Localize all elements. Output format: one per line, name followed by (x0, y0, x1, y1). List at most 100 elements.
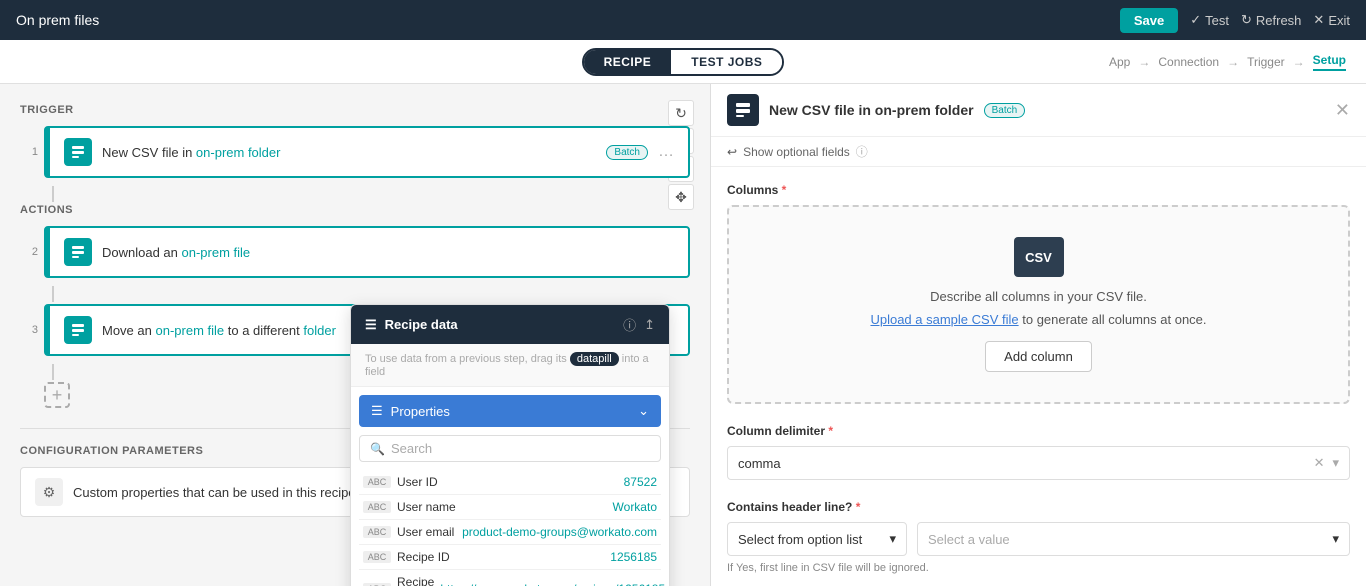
properties-title: ☰ Properties (371, 403, 450, 419)
delimiter-clear-btn[interactable]: ✕ (1314, 455, 1325, 471)
recipe-panel-content: ☰ Properties ⌄ 🔍 ABC User ID 87522 ABC U… (351, 387, 669, 586)
property-row[interactable]: ABC User ID 87522 (359, 470, 661, 495)
test-link[interactable]: ✓ Test (1190, 12, 1229, 28)
select-value[interactable]: Select a value ▾ (917, 522, 1350, 556)
property-value: https://www.workato.com/recipes/1256185 (440, 582, 665, 586)
property-row[interactable]: ABC User name Workato (359, 495, 661, 520)
properties-chevron: ⌄ (638, 403, 649, 419)
property-value: product-demo-groups@workato.com (462, 525, 657, 539)
right-panel-icon (727, 94, 759, 126)
property-row[interactable]: ABC Recipe URL https://www.workato.com/r… (359, 570, 661, 586)
tab-group: RECIPE TEST JOBS (582, 48, 785, 76)
tab-bar: RECIPE TEST JOBS App → Connection → Trig… (0, 40, 1366, 84)
trigger-step-num: 1 (20, 146, 38, 158)
canvas-refresh-btn[interactable]: ↻ (668, 100, 694, 126)
tab-test-jobs[interactable]: TEST JOBS (671, 50, 782, 74)
right-header-left: New CSV file in on-prem folder Batch (727, 94, 1025, 126)
delimiter-required: * (825, 424, 833, 438)
csv-upload-line: Upload a sample CSV file to generate all… (749, 312, 1328, 327)
connector-3 (52, 364, 54, 380)
header-line-required: * (852, 500, 860, 514)
trigger-text: New CSV file in on-prem folder (102, 145, 596, 160)
app-title: On prem files (16, 12, 99, 28)
refresh-link[interactable]: ↻ Refresh (1241, 12, 1301, 28)
canvas-fit-btn[interactable]: ✥ (668, 184, 694, 210)
property-type: ABC (363, 501, 391, 513)
trigger-batch-badge: Batch (606, 145, 648, 160)
recipe-panel-collapse-btn[interactable]: ↥ (644, 317, 655, 333)
right-panel: New CSV file in on-prem folder Batch ✕ ↩… (710, 84, 1366, 586)
action-num-2: 3 (20, 324, 38, 336)
property-value: 87522 (624, 475, 657, 489)
recipe-panel-help-icon[interactable]: ⓘ (623, 315, 636, 334)
left-panel: ↻ + − ✥ TRIGGER 1 New CSV file in on-pre… (0, 84, 710, 586)
exit-link[interactable]: ✕ Exit (1313, 12, 1350, 28)
action-highlight-2a: on-prem file (155, 323, 224, 338)
add-step-btn[interactable]: + (44, 382, 70, 408)
connector-1 (52, 186, 54, 202)
csv-icon: CSV (1014, 237, 1064, 277)
recipe-panel-subtitle: To use data from a previous step, drag i… (351, 344, 669, 387)
right-panel-close-btn[interactable]: ✕ (1335, 100, 1350, 121)
delimiter-actions: ✕ ▾ (1314, 455, 1339, 471)
property-row[interactable]: ABC User email product-demo-groups@worka… (359, 520, 661, 545)
upload-link[interactable]: Upload a sample CSV file (870, 312, 1018, 327)
properties-header[interactable]: ☰ Properties ⌄ (359, 395, 661, 427)
right-panel-title: New CSV file in on-prem folder (769, 102, 974, 118)
action-num-1: 2 (20, 246, 38, 258)
close-icon: ✕ (1313, 12, 1324, 28)
search-icon: 🔍 (370, 442, 385, 456)
breadcrumb-connection[interactable]: Connection (1158, 55, 1219, 69)
tab-recipe[interactable]: RECIPE (584, 50, 672, 74)
breadcrumb-arrow-2: → (1227, 55, 1239, 69)
action-row-1: 2 Download an on-prem file (20, 226, 690, 278)
action-icon-1 (64, 238, 92, 266)
properties-icon: ☰ (371, 403, 383, 419)
save-button[interactable]: Save (1120, 8, 1178, 33)
columns-required: * (778, 183, 786, 197)
recipe-panel-icon: ☰ (365, 317, 377, 333)
trigger-more-btn[interactable]: … (658, 143, 674, 161)
property-name: Recipe URL (397, 575, 434, 586)
property-name: Recipe ID (397, 550, 604, 564)
recipe-panel-title: ☰ Recipe data (365, 317, 458, 333)
csv-upload-area: CSV Describe all columns in your CSV fil… (727, 205, 1350, 404)
search-input[interactable] (391, 441, 650, 456)
csv-desc: Describe all columns in your CSV file. (749, 289, 1328, 304)
property-type: ABC (363, 551, 391, 563)
datapill: datapill (570, 352, 619, 366)
property-type: ABC (363, 476, 391, 488)
action-card-1[interactable]: Download an on-prem file (44, 226, 690, 278)
top-bar-actions: Save ✓ Test ↻ Refresh ✕ Exit (1120, 8, 1350, 33)
action-highlight-2b: folder (303, 323, 336, 338)
action-icon-2 (64, 316, 92, 344)
trigger-highlight: on-prem folder (196, 145, 281, 160)
breadcrumb-setup[interactable]: Setup (1313, 53, 1346, 71)
trigger-icon (64, 138, 92, 166)
optional-fields-help[interactable]: ⓘ (856, 143, 868, 160)
delimiter-input-row[interactable]: comma ✕ ▾ (727, 446, 1350, 480)
breadcrumb-app[interactable]: App (1109, 55, 1130, 69)
select-option-list[interactable]: Select from option list ▾ (727, 522, 907, 556)
property-name: User name (397, 500, 607, 514)
header-line-label: Contains header line? * (727, 500, 1350, 514)
property-type: ABC (363, 526, 391, 538)
trigger-row: 1 New CSV file in on-prem folder Batch … (20, 126, 690, 178)
trigger-card[interactable]: New CSV file in on-prem folder Batch … (44, 126, 690, 178)
refresh-icon: ↻ (1241, 12, 1252, 28)
optional-fields-row: ↩ Show optional fields ⓘ (711, 137, 1366, 167)
right-content: Columns * CSV Describe all columns in yo… (711, 167, 1366, 586)
breadcrumb-arrow-3: → (1293, 55, 1305, 69)
property-row[interactable]: ABC Recipe ID 1256185 (359, 545, 661, 570)
right-panel-batch-badge: Batch (984, 103, 1026, 118)
recipe-data-panel: ☰ Recipe data ⓘ ↥ To use data from a pre… (350, 304, 670, 586)
recipe-panel-header: ☰ Recipe data ⓘ ↥ (351, 305, 669, 344)
add-column-button[interactable]: Add column (985, 341, 1092, 372)
optional-fields-link[interactable]: Show optional fields (743, 145, 850, 159)
breadcrumb: App → Connection → Trigger → Setup (1109, 53, 1346, 71)
property-value: Workato (613, 500, 657, 514)
hint-text: If Yes, first line in CSV file will be i… (727, 562, 1350, 574)
select-value-chevron: ▾ (1332, 531, 1339, 547)
breadcrumb-trigger[interactable]: Trigger (1247, 55, 1285, 69)
property-value: 1256185 (610, 550, 657, 564)
